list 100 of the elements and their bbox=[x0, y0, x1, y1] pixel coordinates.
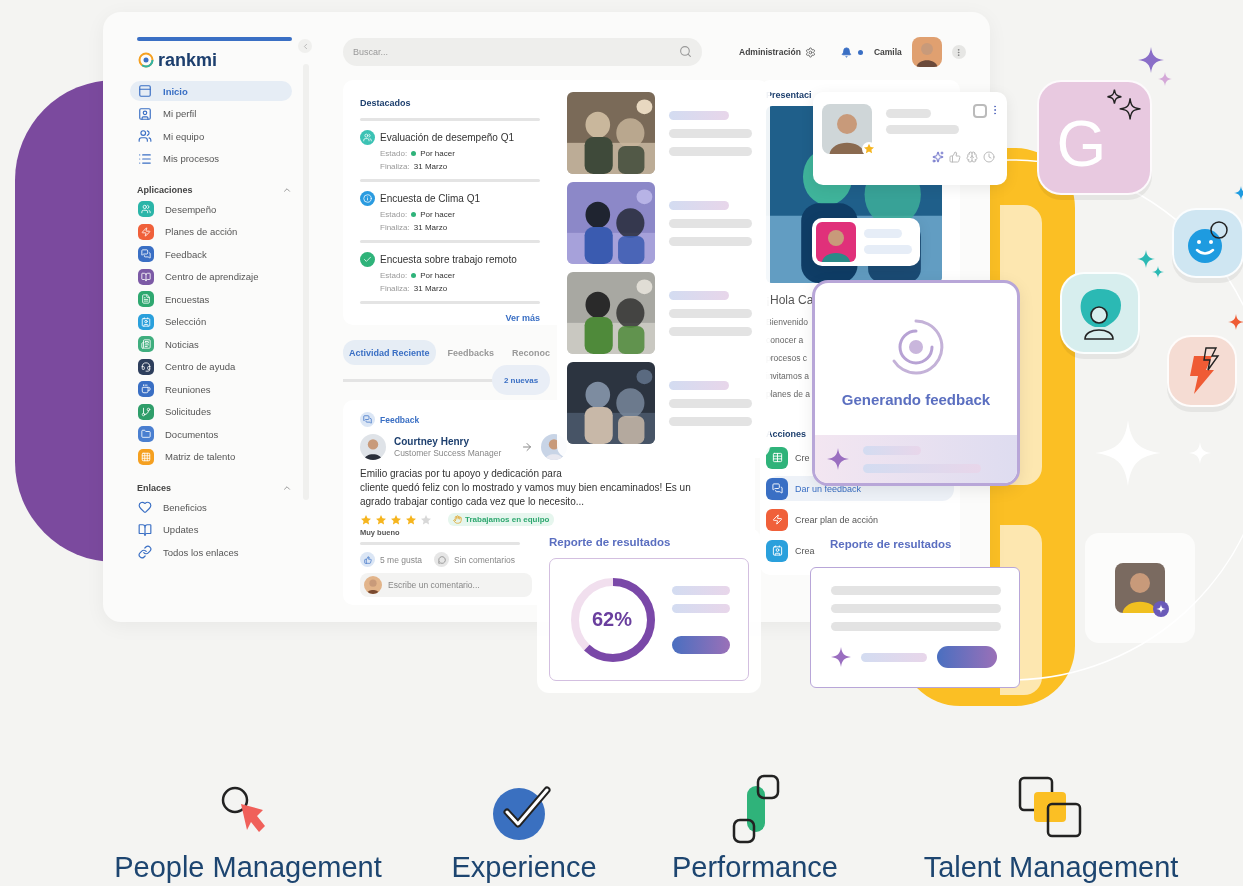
nav-item[interactable]: Todos los enlaces bbox=[130, 542, 292, 562]
feedback-message: Emilio gracias por tu apoyo y dedicación para cliente quedó feliz con lo mostrado y vamos muy bien encaminados! Es un agrado trabajar contigo cada vez que lo necesito... bbox=[360, 467, 692, 509]
field-label: Estado: bbox=[380, 149, 408, 158]
action-button[interactable] bbox=[937, 646, 997, 668]
field-label: Finaliza: bbox=[380, 223, 410, 232]
greeting: ¡Hola Ca bbox=[766, 293, 814, 307]
tab[interactable]: Actividad Reciente bbox=[343, 340, 436, 365]
action-item[interactable]: Crea bbox=[766, 538, 815, 563]
nav-item[interactable]: Reuniones bbox=[130, 379, 292, 399]
percent-label: 62% bbox=[592, 608, 632, 631]
chevron-icon bbox=[282, 483, 292, 493]
task-title[interactable]: Evaluación de desempeño Q1 bbox=[380, 132, 514, 143]
status-value: Por hacer bbox=[420, 271, 455, 280]
task-title[interactable]: Encuesta de Clima Q1 bbox=[380, 193, 481, 204]
sparkle-badge-icon bbox=[1153, 601, 1169, 617]
thumbs-up-icon bbox=[363, 555, 372, 564]
date-value: 31 Marzo bbox=[413, 284, 448, 293]
nav-item[interactable]: Encuestas bbox=[130, 289, 292, 309]
date-value: 31 Marzo bbox=[413, 162, 448, 171]
section-header[interactable]: Aplicaciones bbox=[137, 185, 292, 195]
like-button[interactable] bbox=[360, 552, 375, 567]
checkbox[interactable] bbox=[973, 104, 987, 118]
field-label: Estado: bbox=[380, 210, 408, 219]
author-role: Customer Success Manager bbox=[394, 448, 502, 458]
action-item[interactable]: Crear plan de acción bbox=[766, 507, 879, 532]
like-icon bbox=[949, 151, 961, 163]
search-icon bbox=[679, 45, 692, 58]
logo-text: rankmi bbox=[158, 51, 218, 69]
card-title: Acciones bbox=[766, 429, 808, 439]
star-icon bbox=[360, 513, 372, 526]
section-header[interactable]: Enlaces bbox=[137, 483, 292, 493]
arrow-icon bbox=[521, 441, 534, 453]
skeleton-bar bbox=[672, 585, 730, 595]
author-name: Courtney Henry bbox=[394, 436, 470, 447]
smile-icon bbox=[1185, 220, 1231, 266]
skeleton-bar bbox=[669, 380, 729, 390]
generating-title: Generando feedback bbox=[841, 391, 991, 408]
nav-item[interactable]: Beneficios bbox=[130, 497, 292, 517]
feature-label: People Management bbox=[114, 852, 382, 884]
task-title[interactable]: Encuesta sobre trabajo remoto bbox=[380, 254, 517, 265]
bell-icon[interactable] bbox=[840, 46, 852, 58]
hands-icon bbox=[453, 515, 462, 524]
skeleton-bar bbox=[669, 290, 729, 300]
nav-item[interactable]: Mis procesos bbox=[130, 148, 292, 169]
comment-field[interactable]: Escribe un comentario... bbox=[360, 573, 532, 597]
tag: Trabajamos en equipo bbox=[448, 513, 555, 526]
action-item[interactable]: Cre bbox=[766, 445, 810, 470]
nav-item[interactable]: Planes de acción bbox=[130, 221, 292, 242]
skeleton-bar bbox=[669, 110, 729, 120]
nav-item[interactable]: Centro de ayuda bbox=[130, 356, 292, 377]
field-label: Estado: bbox=[380, 271, 408, 280]
sparkle-icon bbox=[1228, 314, 1243, 330]
nav-item[interactable]: Mi perfil bbox=[130, 103, 292, 124]
clock-icon bbox=[983, 151, 995, 163]
skeleton-bar bbox=[669, 200, 729, 210]
nav-item[interactable]: Mi equipo bbox=[130, 126, 292, 146]
search-field[interactable]: Buscar... bbox=[343, 38, 702, 66]
nav-item[interactable]: Centro de aprendizaje bbox=[130, 266, 292, 287]
new-items-pill[interactable]: 2 nuevas bbox=[492, 365, 550, 395]
star-icon bbox=[390, 513, 402, 526]
avatar bbox=[360, 434, 386, 460]
more-button[interactable] bbox=[951, 45, 966, 59]
report-title: Reporte de resultados bbox=[549, 536, 671, 548]
nav-item[interactable]: Selección bbox=[130, 311, 292, 332]
card-title: Destacados bbox=[360, 98, 411, 108]
comments-count: Sin comentarios bbox=[454, 554, 515, 565]
see-more-link[interactable]: Ver más bbox=[360, 313, 540, 323]
feedback-icon bbox=[360, 412, 375, 427]
feature-label: Experience bbox=[451, 852, 597, 884]
skeleton-bar bbox=[864, 229, 902, 238]
nav-item[interactable]: Feedback bbox=[130, 244, 292, 264]
star-icon bbox=[405, 513, 417, 526]
field-label: Finaliza: bbox=[380, 162, 410, 171]
nav-item[interactable]: Documentos bbox=[130, 424, 292, 444]
avatar bbox=[822, 104, 872, 154]
nav-item[interactable]: Matriz de talento bbox=[130, 446, 292, 467]
feature-label: Performance bbox=[672, 852, 838, 884]
nav-item[interactable]: Updates bbox=[130, 519, 292, 540]
speech-bubble-icon bbox=[437, 555, 446, 564]
avatar bbox=[816, 222, 856, 262]
skeleton-bar bbox=[864, 245, 912, 254]
date-value: 31 Marzo bbox=[413, 223, 448, 232]
feature-label: Talent Management bbox=[923, 852, 1179, 884]
status-value: Por hacer bbox=[420, 149, 455, 158]
star-icon bbox=[375, 513, 387, 526]
action-button[interactable] bbox=[672, 635, 730, 654]
star-icon bbox=[420, 513, 432, 526]
nav-item[interactable]: Inicio bbox=[130, 81, 292, 101]
nav-item[interactable]: Solicitudes bbox=[130, 401, 292, 422]
nav-item[interactable]: Noticias bbox=[130, 334, 292, 354]
avatar bbox=[911, 37, 942, 67]
settings-icon[interactable] bbox=[804, 46, 816, 58]
nav-item[interactable]: Desempeño bbox=[130, 199, 292, 219]
nav-icon bbox=[138, 84, 152, 98]
nav-icon bbox=[138, 106, 152, 121]
admin-link[interactable]: Administración bbox=[739, 47, 801, 57]
field-label: Finaliza: bbox=[380, 284, 410, 293]
user-name: Camila bbox=[873, 47, 902, 57]
skeleton-bar bbox=[861, 652, 927, 662]
sparkle-icon bbox=[827, 448, 849, 470]
